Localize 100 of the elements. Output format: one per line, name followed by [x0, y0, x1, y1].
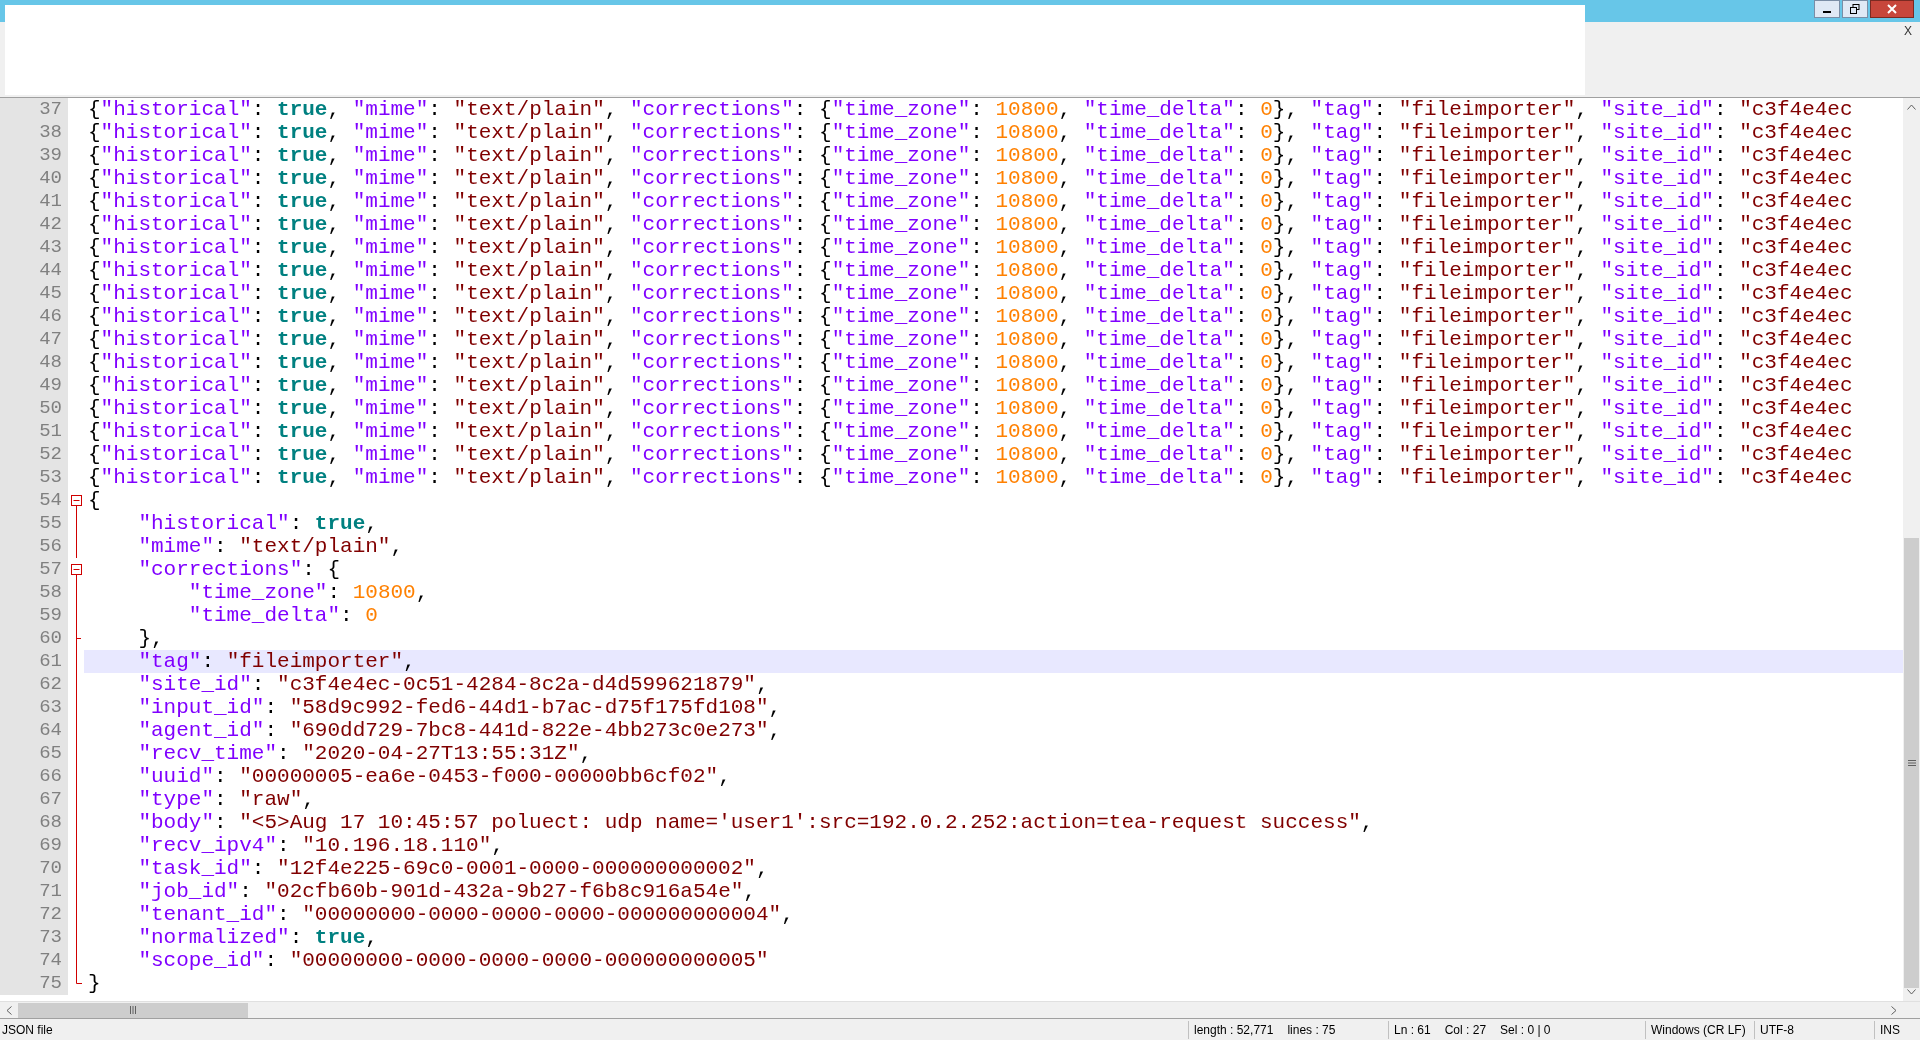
line-number: 42	[39, 215, 62, 234]
code-line: "corrections": {	[137, 559, 341, 580]
code-line: {"historical": true, "mime": "text/plain", "corrections": {"time_zone": 10800, "time_delta": 0}, "tag": "fileimporter", "site_id": "c3f4e4ec	[88, 375, 1853, 396]
tab-close-button[interactable]: X	[1902, 25, 1914, 37]
code-line: {"historical": true, "mime": "text/plain", "corrections": {"time_zone": 10800, "time_delta": 0}, "tag": "fileimporter", "site_id": "c3f4e4ec	[88, 191, 1853, 212]
line-number: 68	[39, 813, 62, 832]
restore-button[interactable]	[1842, 0, 1868, 18]
code-line: "task_id": "12f4e225-69c0-0001-0000-000000000002",	[137, 858, 769, 879]
line-number: 58	[39, 583, 62, 602]
line-number: 65	[39, 744, 62, 763]
code-line: "time_delta": 0	[187, 605, 378, 626]
code-line: "historical": true,	[137, 513, 378, 534]
code-line: "job_id": "02cfb60b-901d-432a-9b27-f6b8c916a54e",	[137, 881, 756, 902]
code-line: {"historical": true, "mime": "text/plain", "corrections": {"time_zone": 10800, "time_delta": 0}, "tag": "fileimporter", "site_id": "c3f4e4ec	[88, 352, 1853, 373]
code-line: {"historical": true, "mime": "text/plain", "corrections": {"time_zone": 10800, "time_delta": 0}, "tag": "fileimporter", "site_id": "c3f4e4ec	[88, 283, 1853, 304]
scroll-up-icon[interactable]	[1907, 104, 1916, 110]
line-number: 53	[39, 468, 62, 487]
code-line: {"historical": true, "mime": "text/plain", "corrections": {"time_zone": 10800, "time_delta": 0}, "tag": "fileimporter", "site_id": "c3f4e4ec	[88, 122, 1853, 143]
minimize-icon	[1823, 11, 1831, 13]
line-number: 64	[39, 721, 62, 740]
code-line: {"historical": true, "mime": "text/plain", "corrections": {"time_zone": 10800, "time_delta": 0}, "tag": "fileimporter", "site_id": "c3f4e4ec	[88, 214, 1853, 235]
code-line: "recv_time": "2020-04-27T13:55:31Z",	[137, 743, 593, 764]
line-number: 57	[39, 560, 62, 579]
code-line: {"historical": true, "mime": "text/plain", "corrections": {"time_zone": 10800, "time_delta": 0}, "tag": "fileimporter", "site_id": "c3f4e4ec	[88, 237, 1853, 258]
line-number: 45	[39, 284, 62, 303]
line-number: 74	[39, 951, 62, 970]
line-number: 54	[39, 491, 62, 510]
line-number: 52	[39, 445, 62, 464]
line-label: Ln : 61	[1394, 1021, 1431, 1039]
minimize-button[interactable]	[1814, 0, 1840, 18]
scroll-thumb[interactable]	[1904, 538, 1919, 988]
code-line: "input_id": "58d9c992-fed6-44d1-b7ac-d75f175fd108",	[137, 697, 782, 718]
line-number: 49	[39, 376, 62, 395]
line-number: 41	[39, 192, 62, 211]
encoding-label: UTF-8	[1760, 1022, 1794, 1037]
line-number: 39	[39, 146, 62, 165]
line-number: 66	[39, 767, 62, 786]
code-line: },	[137, 628, 164, 649]
code-line: {"historical": true, "mime": "text/plain", "corrections": {"time_zone": 10800, "time_delta": 0}, "tag": "fileimporter", "site_id": "c3f4e4ec	[88, 306, 1853, 327]
code-line: {"historical": true, "mime": "text/plain", "corrections": {"time_zone": 10800, "time_delta": 0}, "tag": "fileimporter", "site_id": "c3f4e4ec	[88, 421, 1853, 442]
line-number: 63	[39, 698, 62, 717]
line-number: 47	[39, 330, 62, 349]
close-icon	[1887, 4, 1897, 14]
file-type-label: JSON file	[2, 1022, 53, 1037]
code-line: {"historical": true, "mime": "text/plain", "corrections": {"time_zone": 10800, "time_delta": 0}, "tag": "fileimporter", "site_id": "c3f4e4ec	[88, 329, 1853, 350]
code-line: "recv_ipv4": "10.196.18.110",	[137, 835, 504, 856]
line-number: 50	[39, 399, 62, 418]
line-number: 44	[39, 261, 62, 280]
close-button[interactable]	[1870, 0, 1914, 18]
code-line: {"historical": true, "mime": "text/plain", "corrections": {"time_zone": 10800, "time_delta": 0}, "tag": "fileimporter", "site_id": "c3f4e4ec	[88, 444, 1853, 465]
line-ending-label: Windows (CR LF)	[1651, 1022, 1746, 1037]
code-line: "mime": "text/plain",	[137, 536, 404, 557]
grip-icon	[130, 1006, 136, 1014]
restore-icon	[1850, 4, 1860, 14]
grip-icon	[1907, 760, 1916, 766]
code-line: {"historical": true, "mime": "text/plain", "corrections": {"time_zone": 10800, "time_delta": 0}, "tag": "fileimporter", "site_id": "c3f4e4ec	[88, 168, 1853, 189]
line-number: 40	[39, 169, 62, 188]
line-number: 72	[39, 905, 62, 924]
code-line: {"historical": true, "mime": "text/plain", "corrections": {"time_zone": 10800, "time_delta": 0}, "tag": "fileimporter", "site_id": "c3f4e4ec	[88, 145, 1853, 166]
code-line: "body": "<5>Aug 17 10:45:57 poluect: udp name='user1':src=192.0.2.252:action=tea-request success",	[137, 812, 1374, 833]
lines-label: lines : 75	[1287, 1021, 1336, 1039]
line-number: 71	[39, 882, 62, 901]
code-line: "time_zone": 10800,	[187, 582, 429, 603]
column-label: Col : 27	[1444, 1021, 1487, 1039]
length-label: length : 52,771	[1194, 1021, 1274, 1039]
code-line: "scope_id": "00000000-0000-0000-0000-000000000005"	[137, 950, 769, 971]
line-number: 38	[39, 123, 62, 142]
code-line: "type": "raw",	[137, 789, 315, 810]
horizontal-scrollbar[interactable]	[0, 1001, 1920, 1018]
line-number: 46	[39, 307, 62, 326]
line-number: 69	[39, 836, 62, 855]
line-number: 62	[39, 675, 62, 694]
code-line: {"historical": true, "mime": "text/plain", "corrections": {"time_zone": 10800, "time_delta": 0}, "tag": "fileimporter", "site_id": "c3f4e4ec	[88, 467, 1853, 488]
scroll-left-icon[interactable]	[6, 1005, 12, 1015]
line-number: 59	[39, 606, 62, 625]
code-line: "tag": "fileimporter",	[137, 651, 416, 672]
code-line: {"historical": true, "mime": "text/plain", "corrections": {"time_zone": 10800, "time_delta": 0}, "tag": "fileimporter", "site_id": "c3f4e4ec	[88, 260, 1853, 281]
code-line: "uuid": "00000005-ea6e-0453-f000-00000bb6cf02",	[137, 766, 731, 787]
line-number: 55	[39, 514, 62, 533]
line-number: 51	[39, 422, 62, 441]
code-line: {	[88, 490, 101, 511]
scroll-thumb[interactable]	[18, 1002, 248, 1018]
line-number: 43	[39, 238, 62, 257]
code-line: }	[88, 973, 101, 994]
line-number: 61	[39, 652, 62, 671]
code-line: {"historical": true, "mime": "text/plain", "corrections": {"time_zone": 10800, "time_delta": 0}, "tag": "fileimporter", "site_id": "c3f4e4ec	[88, 398, 1853, 419]
line-number: 48	[39, 353, 62, 372]
code-line: "tenant_id": "00000000-0000-0000-0000-000000000004",	[137, 904, 794, 925]
scroll-down-icon[interactable]	[1907, 989, 1916, 995]
code-line: {"historical": true, "mime": "text/plain", "corrections": {"time_zone": 10800, "time_delta": 0}, "tag": "fileimporter", "site_id": "c3f4e4ec	[88, 99, 1853, 120]
code-line: "site_id": "c3f4e4ec-0c51-4284-8c2a-d4d599621879",	[137, 674, 769, 695]
line-number: 73	[39, 928, 62, 947]
line-number: 60	[39, 629, 62, 648]
selection-label: Sel : 0 | 0	[1500, 1021, 1551, 1039]
code-line: "normalized": true,	[137, 927, 378, 948]
line-number: 37	[39, 100, 62, 119]
line-number: 75	[39, 974, 62, 993]
line-number: 67	[39, 790, 62, 809]
code-line: "agent_id": "690dd729-7bc8-441d-822e-4bb273c0e273",	[137, 720, 782, 741]
scroll-right-icon[interactable]	[1891, 1005, 1897, 1015]
